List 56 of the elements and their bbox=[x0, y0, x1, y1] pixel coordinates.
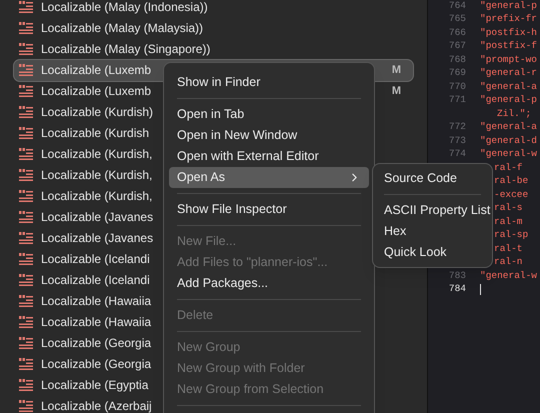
file-name: Localizable (Hawaiia bbox=[41, 293, 152, 310]
line-number: 783 bbox=[448, 268, 466, 283]
code-text: "general-p bbox=[480, 0, 538, 13]
file-name: Localizable (Malay (Indonesia)) bbox=[41, 0, 208, 16]
file-name: Localizable (Kurdish, bbox=[41, 146, 152, 163]
file-name: Localizable (Georgia bbox=[41, 356, 152, 373]
file-name: Localizable (Kurdish, bbox=[41, 167, 152, 184]
code-text: ral-n bbox=[494, 255, 523, 270]
code-text: ral-t bbox=[494, 242, 523, 256]
code-text: "general-a bbox=[480, 120, 538, 134]
status-label: M bbox=[392, 62, 401, 78]
file-name: Localizable (Kurdish) bbox=[41, 104, 154, 121]
code-text: Zil."; bbox=[497, 106, 532, 121]
code-text: "prefix-fr bbox=[480, 12, 538, 26]
line-number: 769 bbox=[448, 66, 466, 80]
code-text: "prompt-wo bbox=[480, 52, 538, 67]
file-name: Localizable (Hawaiia bbox=[41, 314, 152, 331]
status-label: M bbox=[392, 84, 401, 99]
line-number: 774 bbox=[448, 147, 466, 162]
line-number: 764 bbox=[448, 0, 466, 13]
file-name: Localizable (Malay (Singapore)) bbox=[41, 41, 210, 58]
code-text: ral-m bbox=[494, 214, 523, 229]
line-number: 766 bbox=[448, 26, 466, 40]
line-number: 771 bbox=[448, 93, 466, 108]
code-text: "general-a bbox=[480, 80, 538, 94]
code-text: "general-r bbox=[480, 66, 538, 80]
line-number: 768 bbox=[448, 52, 466, 67]
line-number: 765 bbox=[448, 12, 466, 26]
file-name: Localizable (Icelandi bbox=[41, 251, 150, 268]
file-name: Localizable (Luxemb bbox=[41, 83, 152, 100]
file-name: Localizable (Javanes bbox=[41, 230, 154, 247]
code-text: "postfix-h bbox=[480, 26, 538, 40]
file-name: Localizable (Malay (Malaysia)) bbox=[41, 20, 204, 37]
file-name: Localizable (Luxemb bbox=[41, 62, 152, 79]
code-text: -excee bbox=[494, 188, 528, 202]
code-text: ral-s bbox=[494, 201, 523, 216]
code-text: "general-w bbox=[480, 147, 538, 162]
code-text: "postfix-f bbox=[480, 39, 538, 54]
line-number: 784 bbox=[448, 282, 466, 296]
code-text: "general-w bbox=[480, 268, 538, 283]
file-name: Localizable (Egyptia bbox=[41, 377, 148, 394]
line-number: 770 bbox=[448, 80, 466, 94]
line-number: 773 bbox=[448, 134, 466, 148]
line-number: 767 bbox=[448, 39, 466, 54]
file-name: Localizable (Georgia bbox=[41, 335, 152, 352]
file-name: Localizable (Kurdish, bbox=[41, 188, 152, 205]
code-text: ral-f bbox=[494, 160, 523, 175]
file-name: Localizable (Javanes bbox=[41, 209, 154, 226]
code-text: ral-sp bbox=[494, 228, 528, 242]
code-text: "general-p bbox=[480, 93, 538, 108]
file-name: Localizable (Kurdish bbox=[41, 125, 150, 142]
line-number: 772 bbox=[448, 120, 466, 134]
code-text: "general-d bbox=[480, 134, 538, 148]
file-name: Localizable (Icelandi bbox=[41, 272, 150, 289]
file-name: Localizable (Azerbaij bbox=[41, 398, 152, 413]
code-text: ral-be bbox=[494, 174, 528, 188]
